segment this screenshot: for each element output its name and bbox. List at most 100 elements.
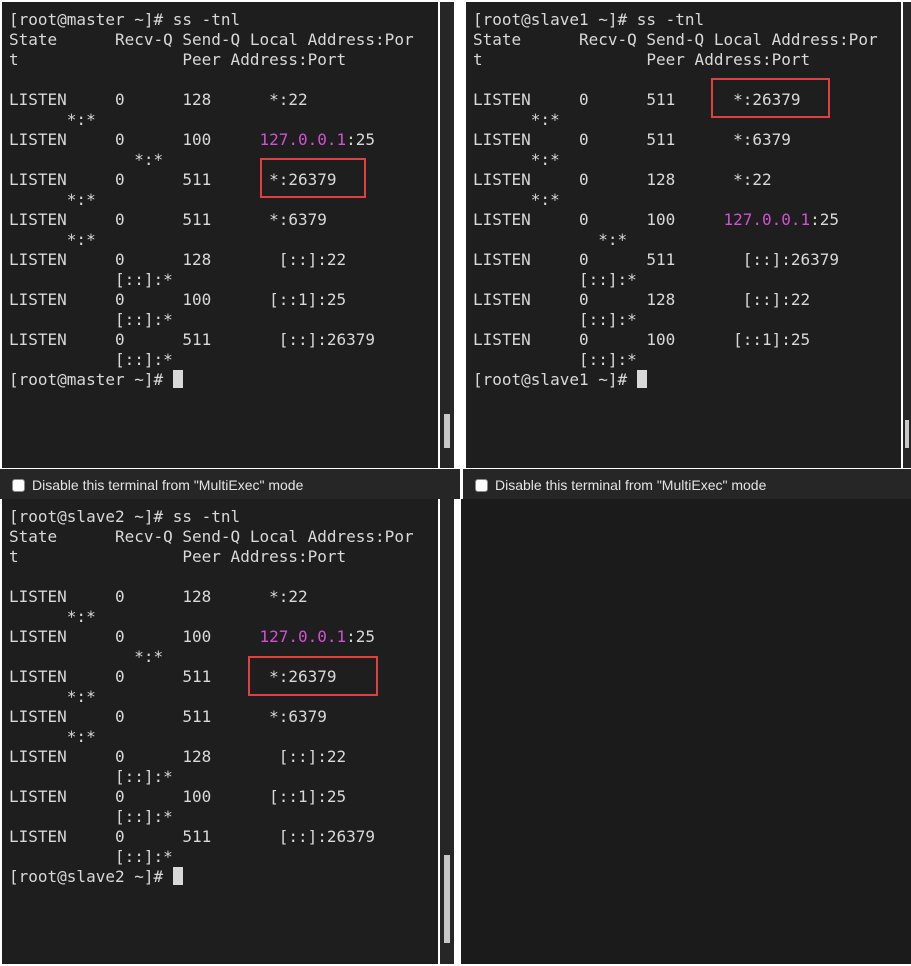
scrollbar-thumb-master[interactable] — [444, 414, 450, 448]
terminal-text: LISTEN 0 100 — [9, 627, 260, 646]
terminal-text: *:* — [9, 230, 96, 249]
terminal-text: LISTEN 0 128 *:22 — [9, 90, 308, 109]
terminal-text: [root@master ~]# ss -tnl — [9, 10, 241, 29]
terminal-line: *:* — [473, 230, 627, 250]
terminal-text: *:* — [9, 110, 96, 129]
terminal-text: :25 — [346, 627, 376, 646]
terminal-output-master[interactable]: [root@master ~]# ss -tnl State Recv-Q Sen… — [2, 2, 438, 468]
terminal-line: [root@slave2 ~]# ss -tnl — [9, 507, 240, 527]
multiexec-toggle-slave1[interactable]: Disable this terminal from "MultiExec" m… — [475, 477, 766, 493]
terminal-text: [root@master ~]# — [9, 370, 173, 389]
terminal-text: :25 — [810, 210, 840, 229]
terminal-line: t Peer Address:Port — [473, 50, 810, 70]
terminal-text: [::]:* — [9, 847, 173, 866]
terminal-line: LISTEN 0 128 *:22 — [9, 587, 308, 607]
terminal-text: *:* — [9, 687, 96, 706]
terminal-text: LISTEN 0 511 [::]:26379 — [9, 330, 376, 349]
terminal-text: *:* — [9, 647, 164, 666]
scrollbar-track-slave2[interactable] — [440, 499, 454, 964]
multiexec-label-master: Disable this terminal from "MultiExec" m… — [32, 477, 304, 493]
multiexec-label-slave1: Disable this terminal from "MultiExec" m… — [495, 477, 767, 493]
terminal-line: LISTEN 0 100 [::1]:25 — [473, 330, 810, 350]
terminal-line: [::]:* — [9, 310, 173, 330]
highlight-box-master-26379 — [260, 158, 366, 198]
scrollbar-track-master[interactable] — [440, 2, 454, 468]
terminal-text: *:* — [473, 190, 560, 209]
terminal-pane-slave2[interactable]: [root@slave2 ~]# ss -tnl State Recv-Q Sen… — [2, 499, 438, 964]
terminal-line: *:* — [9, 110, 96, 130]
scrollbar-thumb-slave2[interactable] — [444, 855, 450, 943]
terminal-line: *:* — [9, 190, 96, 210]
terminal-text: LISTEN 0 511 *:6379 — [9, 707, 327, 726]
terminal-line: *:* — [9, 230, 96, 250]
highlight-box-slave1-26379 — [711, 78, 830, 118]
terminal-text: LISTEN 0 128 [::]:22 — [9, 747, 347, 766]
terminal-text: *:* — [9, 150, 164, 169]
terminal-line: LISTEN 0 128 *:22 — [473, 170, 772, 190]
terminal-text: t Peer Address:Port — [9, 50, 347, 69]
terminal-line: [::]:* — [9, 350, 173, 370]
terminal-line: *:* — [473, 190, 560, 210]
scrollbar-thumb-slave1[interactable] — [905, 420, 909, 448]
terminal-text: :25 — [346, 130, 376, 149]
terminal-text: LISTEN 0 100 [::1]:25 — [9, 290, 347, 309]
terminal-line: [root@slave1 ~]# — [473, 370, 647, 390]
terminal-line: [root@master ~]# — [9, 370, 183, 390]
terminal-text: [::]:* — [9, 767, 173, 786]
terminal-text: [::]:* — [9, 807, 173, 826]
terminal-text: *:* — [9, 727, 96, 746]
multiexec-bar-master: Disable this terminal from "MultiExec" m… — [0, 469, 460, 499]
terminal-line: *:* — [9, 647, 163, 667]
ip-address-text: 127.0.0.1 — [259, 130, 347, 149]
terminal-line: LISTEN 0 100 [::1]:25 — [9, 787, 346, 807]
multiexec-bar-slave1: Disable this terminal from "MultiExec" m… — [463, 469, 911, 499]
block-cursor-icon — [636, 370, 647, 388]
terminal-line: *:* — [9, 607, 96, 627]
terminal-pane-master[interactable]: [root@master ~]# ss -tnl State Recv-Q Sen… — [2, 2, 438, 468]
terminal-text: [::]:* — [9, 270, 173, 289]
terminal-text: *:* — [473, 230, 628, 249]
terminal-line: [::]:* — [473, 310, 637, 330]
terminal-line: t Peer Address:Port — [9, 547, 346, 567]
terminal-text: State Recv-Q Send-Q Local Address:Por — [473, 30, 878, 49]
terminal-text: LISTEN 0 128 *:22 — [473, 170, 772, 189]
terminal-text: [::]:* — [9, 350, 173, 369]
terminal-line: [::]:* — [9, 807, 173, 827]
checkbox-icon[interactable] — [12, 478, 25, 492]
terminal-text: State Recv-Q Send-Q Local Address:Por — [9, 30, 414, 49]
terminal-line: [root@slave1 ~]# ss -tnl — [473, 10, 704, 30]
terminal-text: [::]:* — [473, 310, 637, 329]
terminal-output-slave1[interactable]: [root@slave1 ~]# ss -tnl State Recv-Q Sen… — [466, 2, 901, 468]
terminal-line: *:* — [9, 727, 96, 747]
terminal-text: LISTEN 0 100 [::1]:25 — [473, 330, 811, 349]
terminal-text: *:* — [473, 110, 560, 129]
terminal-text: t Peer Address:Port — [473, 50, 811, 69]
terminal-line: LISTEN 0 511 *:6379 — [9, 210, 327, 230]
terminal-line: t Peer Address:Port — [9, 50, 346, 70]
terminal-text: LISTEN 0 128 [::]:22 — [9, 250, 347, 269]
scrollbar-track-slave1[interactable] — [903, 2, 911, 468]
terminal-text: [root@slave1 ~]# ss -tnl — [473, 10, 705, 29]
terminal-line: LISTEN 0 511 [::]:26379 — [9, 827, 375, 847]
multiexec-toggle-master[interactable]: Disable this terminal from "MultiExec" m… — [12, 477, 303, 493]
terminal-line: State Recv-Q Send-Q Local Address:Por — [473, 30, 878, 50]
terminal-line: *:* — [9, 150, 163, 170]
terminal-text: *:* — [9, 607, 96, 626]
terminal-text: LISTEN 0 511 [::]:26379 — [473, 250, 840, 269]
terminal-pane-slave1[interactable]: [root@slave1 ~]# ss -tnl State Recv-Q Sen… — [466, 2, 901, 468]
terminal-text: LISTEN 0 511 [::]:26379 — [9, 827, 376, 846]
terminal-line: LISTEN 0 100 [::1]:25 — [9, 290, 346, 310]
terminal-text: [::]:* — [473, 270, 637, 289]
terminal-output-slave2[interactable]: [root@slave2 ~]# ss -tnl State Recv-Q Sen… — [2, 499, 438, 964]
terminal-text: LISTEN 0 100 [::1]:25 — [9, 787, 347, 806]
terminal-text: State Recv-Q Send-Q Local Address:Por — [9, 527, 414, 546]
terminal-line: *:* — [9, 687, 96, 707]
terminal-text: LISTEN 0 128 *:22 — [9, 587, 308, 606]
ip-address-text: 127.0.0.1 — [259, 627, 347, 646]
terminal-line: LISTEN 0 128 *:22 — [9, 90, 308, 110]
terminal-text: [::]:* — [9, 310, 173, 329]
terminal-line: [::]:* — [473, 350, 637, 370]
checkbox-icon[interactable] — [475, 478, 488, 492]
terminal-line: State Recv-Q Send-Q Local Address:Por — [9, 527, 414, 547]
terminal-line: State Recv-Q Send-Q Local Address:Por — [9, 30, 414, 50]
